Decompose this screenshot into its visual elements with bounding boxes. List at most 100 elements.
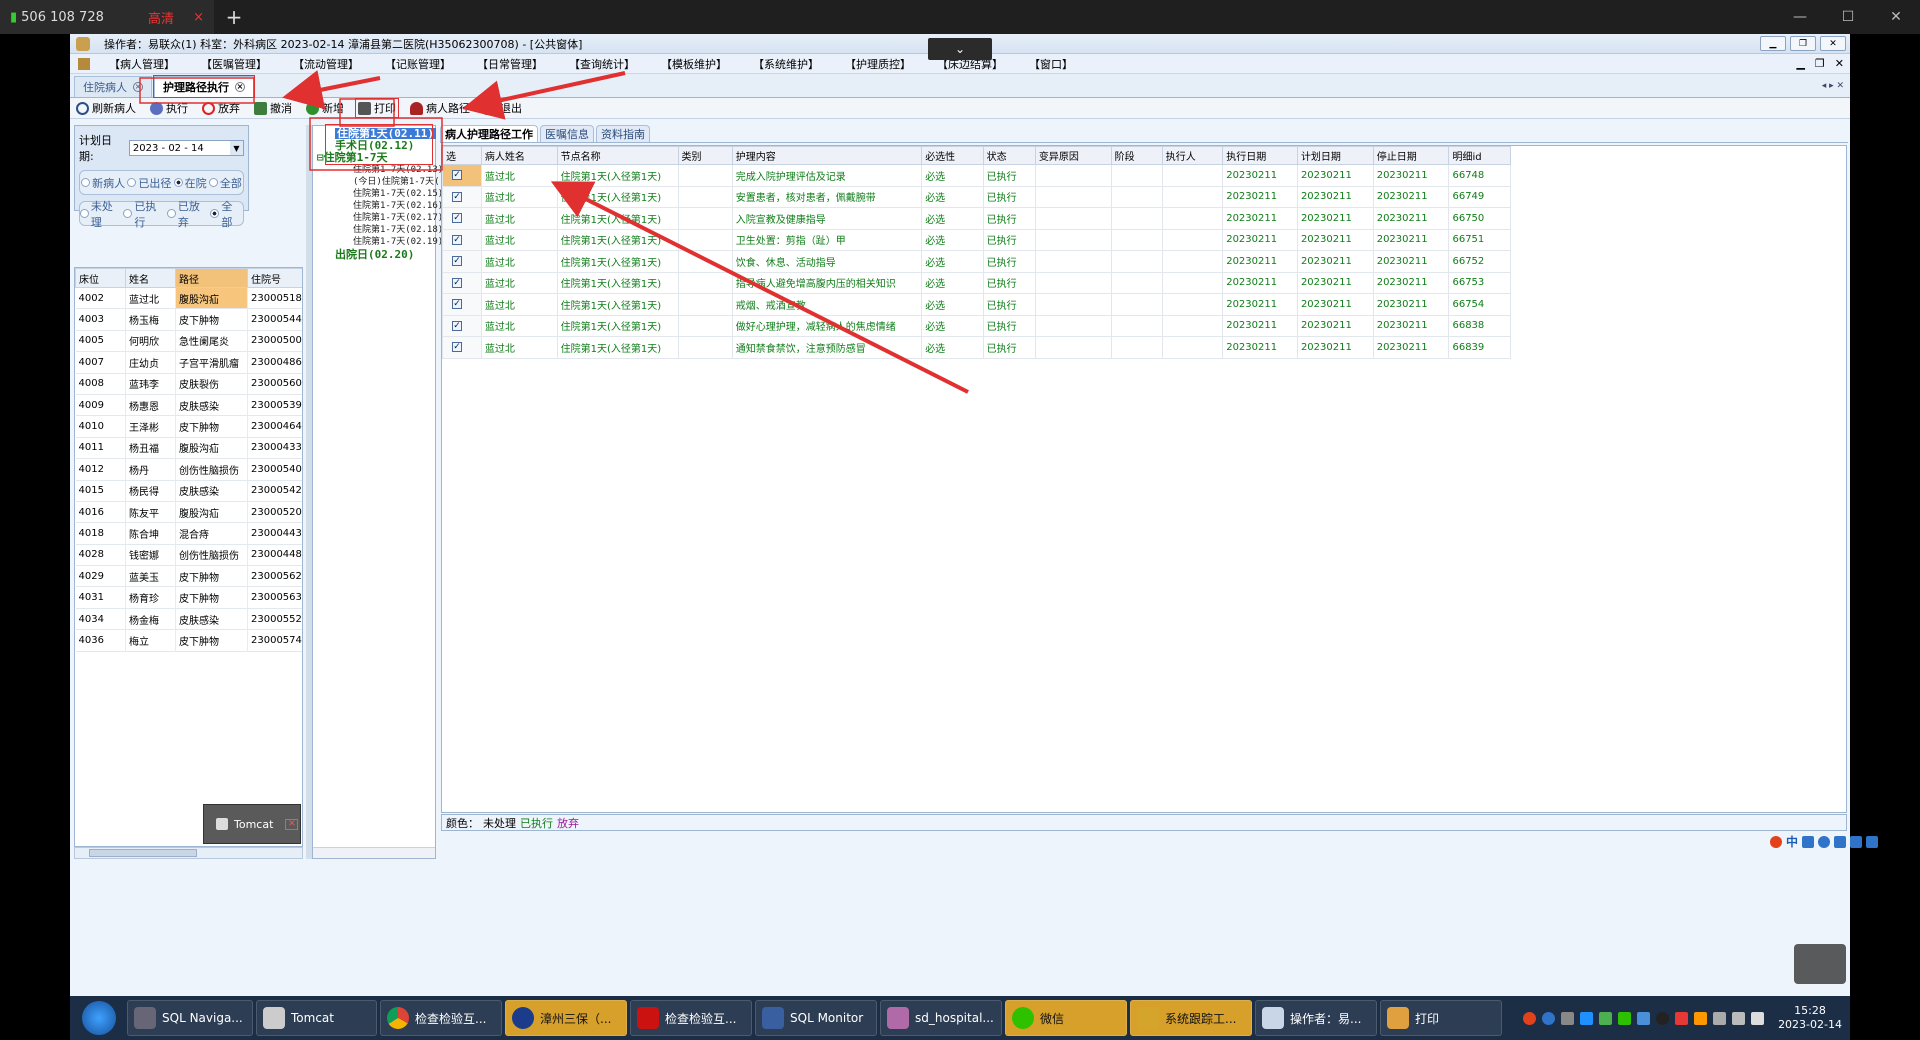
grid-col-header[interactable]: 阶段 xyxy=(1110,146,1163,165)
task-sql-monitor[interactable]: SQL Monitor xyxy=(755,1000,877,1036)
table-row[interactable]: 4031 杨育珍 皮下肿物 23000563 xyxy=(75,586,302,609)
maximize-icon[interactable]: ☐ xyxy=(1824,0,1872,34)
tree-node[interactable]: 住院第1-7天(02.17) xyxy=(353,213,443,224)
task-sd-hospital[interactable]: sd_hospital... xyxy=(880,1000,1002,1036)
flag-icon[interactable] xyxy=(1675,1011,1689,1025)
minimize-icon[interactable]: — xyxy=(1776,0,1824,34)
network-icon[interactable] xyxy=(1713,1011,1727,1025)
scrollbar-thumb[interactable] xyxy=(89,849,197,857)
tree-node[interactable]: 住院第1-7天(02.16) xyxy=(353,201,443,212)
video-overlay-button[interactable] xyxy=(1794,944,1846,984)
restore-icon[interactable]: ❐ xyxy=(1815,57,1825,70)
menu-flow[interactable]: 【流动管理】 xyxy=(280,56,372,72)
select-cell[interactable]: ✓ xyxy=(442,293,482,316)
table-row[interactable]: 4012 杨丹 创伤性脑损伤 23000540 xyxy=(75,458,302,481)
grid-col-header[interactable]: 执行日期 xyxy=(1222,146,1298,165)
grid-icon[interactable] xyxy=(1866,835,1879,848)
collapse-icon[interactable]: ⊟ xyxy=(317,151,324,164)
menu-patient[interactable]: 【病人管理】 xyxy=(96,56,188,72)
task-his-window[interactable]: 操作者：易... xyxy=(1255,1000,1377,1036)
table-row[interactable]: ✓ 蓝过北 住院第1天(入径第1天) 卫生处置：剪指（趾）甲 必选 已执行 20230211… xyxy=(442,228,1511,251)
box-icon[interactable] xyxy=(1637,1011,1651,1025)
table-row[interactable]: 4011 杨丑福 腹股沟疝 23000433 xyxy=(75,437,302,460)
task-wechat[interactable]: 微信 xyxy=(1005,1000,1127,1036)
select-cell[interactable]: ✓ xyxy=(442,164,482,187)
close-icon[interactable]: ✕ xyxy=(1835,57,1844,70)
task-acrobat[interactable]: 检查检验互... xyxy=(630,1000,752,1036)
menu-query[interactable]: 【查询统计】 xyxy=(556,56,648,72)
radio-all-status[interactable]: 全部 xyxy=(210,198,243,230)
menu-orders[interactable]: 【医嘱管理】 xyxy=(188,56,280,72)
menu-window[interactable]: 【窗口】 xyxy=(1016,56,1086,72)
radio-all-admission[interactable]: 全部 xyxy=(208,175,242,191)
grid-col-header[interactable]: 选 xyxy=(442,146,482,165)
menu-nursing-qc[interactable]: 【护理质控】 xyxy=(832,56,924,72)
menu-daily[interactable]: 【日常管理】 xyxy=(464,56,556,72)
print-button[interactable]: 打印 xyxy=(355,98,399,118)
close-icon[interactable]: × xyxy=(235,82,245,92)
browser-tab-stream[interactable]: ▮ 506 108 728 xyxy=(0,0,138,34)
select-cell[interactable]: ✓ xyxy=(442,228,482,251)
close-icon[interactable]: × xyxy=(193,10,204,25)
tab-nursing-path-work[interactable]: 病人护理路径工作 xyxy=(440,125,538,142)
radio-new-patient[interactable]: 新病人 xyxy=(81,175,125,191)
close-window-icon[interactable]: ✕ xyxy=(1872,0,1920,34)
tree-node[interactable]: 住院第1-7天(02.13) xyxy=(353,165,443,176)
select-cell[interactable]: ✓ xyxy=(442,250,482,273)
qq-icon[interactable] xyxy=(1656,1011,1670,1025)
table-row[interactable]: 4010 王泽彬 皮下肿物 23000464 xyxy=(75,415,302,438)
tree-node[interactable]: 住院第1-7天(02.15) xyxy=(353,189,443,200)
grid-col-header[interactable]: 节点名称 xyxy=(556,146,679,165)
col-bed[interactable]: 床位 xyxy=(75,268,126,288)
table-row[interactable]: 4018 陈合坤 混合痔 23000443 xyxy=(75,522,302,545)
col-path[interactable]: 路径 xyxy=(175,268,248,288)
sogou-icon[interactable] xyxy=(1523,1011,1537,1025)
menu-template[interactable]: 【模板维护】 xyxy=(648,56,740,72)
grid-col-header[interactable]: 病人姓名 xyxy=(480,146,558,165)
patient-list-scrollbar[interactable] xyxy=(74,847,303,859)
mic-icon[interactable] xyxy=(1834,835,1847,848)
select-cell[interactable]: ✓ xyxy=(442,207,482,230)
grid-col-header[interactable]: 变异原因 xyxy=(1034,146,1112,165)
tab-nav-arrows[interactable]: ◂ ▸ ✕ xyxy=(1822,81,1850,91)
select-cell[interactable]: ✓ xyxy=(442,336,482,359)
chat-icon[interactable] xyxy=(1599,1011,1613,1025)
table-row[interactable]: 4016 陈友平 腹股沟疝 23000520 xyxy=(75,501,302,524)
task-print[interactable]: 打印 xyxy=(1380,1000,1502,1036)
ime-mode[interactable]: 中 xyxy=(1786,833,1798,850)
checkbox[interactable]: ✓ xyxy=(452,191,462,202)
grid-col-header[interactable]: 执行人 xyxy=(1161,146,1224,165)
table-row[interactable]: ✓ 蓝过北 住院第1天(入径第1天) 入院宣教及健康指导 必选 已执行 20230211 20… xyxy=(442,207,1511,230)
tree-node[interactable]: 住院第1-7天(02.18) xyxy=(353,225,443,236)
refresh-patients-button[interactable]: 刷新病人 xyxy=(74,99,138,117)
checkbox[interactable]: ✓ xyxy=(452,277,462,288)
table-row[interactable]: 4003 杨玉梅 皮下肿物 23000544 xyxy=(75,308,302,331)
grid-col-header[interactable]: 明细id xyxy=(1448,146,1511,165)
patient-path-button[interactable]: 病人路径 xyxy=(408,99,472,117)
select-cell[interactable]: ✓ xyxy=(442,271,482,294)
checkbox[interactable]: ✓ xyxy=(452,320,462,331)
table-row[interactable]: 4007 庄幼贞 子宫平滑肌瘤 23000486 xyxy=(75,351,302,374)
tree-node[interactable]: 住院第1-7天(02.19) xyxy=(353,237,443,248)
col-admission-no[interactable]: 住院号 xyxy=(247,268,302,288)
table-row[interactable]: 4034 杨金梅 皮肤感染 23000552 xyxy=(75,608,302,631)
grid-col-header[interactable]: 类别 xyxy=(677,146,733,165)
minimize-icon[interactable]: ▁ xyxy=(1796,57,1804,70)
radio-pending[interactable]: 未处理 xyxy=(80,198,123,230)
task-tomcat[interactable]: Tomcat xyxy=(256,1000,377,1036)
exit-button[interactable]: 退出 xyxy=(482,99,524,117)
plan-date-input[interactable]: 2023 - 02 - 14 ▼ xyxy=(128,140,244,156)
table-row[interactable]: ✓ 蓝过北 住院第1天(入径第1天) 饮食、休息、活动指导 必选 已执行 20230211 2… xyxy=(442,250,1511,273)
select-cell[interactable]: ✓ xyxy=(442,314,482,337)
table-row[interactable]: ✓ 蓝过北 住院第1天(入径第1天) 做好心理护理，减轻病人的焦虑情绪 必选 已执行 202… xyxy=(442,314,1511,337)
minimize-icon[interactable]: ▁ xyxy=(1760,36,1786,51)
radio-executed[interactable]: 已执行 xyxy=(123,198,166,230)
restore-icon[interactable]: ❐ xyxy=(1790,36,1816,51)
table-row[interactable]: ✓ 蓝过北 住院第1天(入径第1天) 安置患者，核对患者，佩戴腕带 必选 已执行 20230… xyxy=(442,185,1511,208)
table-row[interactable]: ✓ 蓝过北 住院第1天(入径第1天) 通知禁食禁饮，注意预防感冒 必选 已执行 202302… xyxy=(442,336,1511,359)
checkbox[interactable]: ✓ xyxy=(452,213,462,224)
execute-button[interactable]: 执行 xyxy=(148,99,190,117)
menu-billing[interactable]: 【记账管理】 xyxy=(372,56,464,72)
table-row[interactable]: 4002 蓝过北 腹股沟疝 23000518 xyxy=(75,287,302,310)
chevron-down-icon[interactable]: ⌄ xyxy=(928,38,992,60)
